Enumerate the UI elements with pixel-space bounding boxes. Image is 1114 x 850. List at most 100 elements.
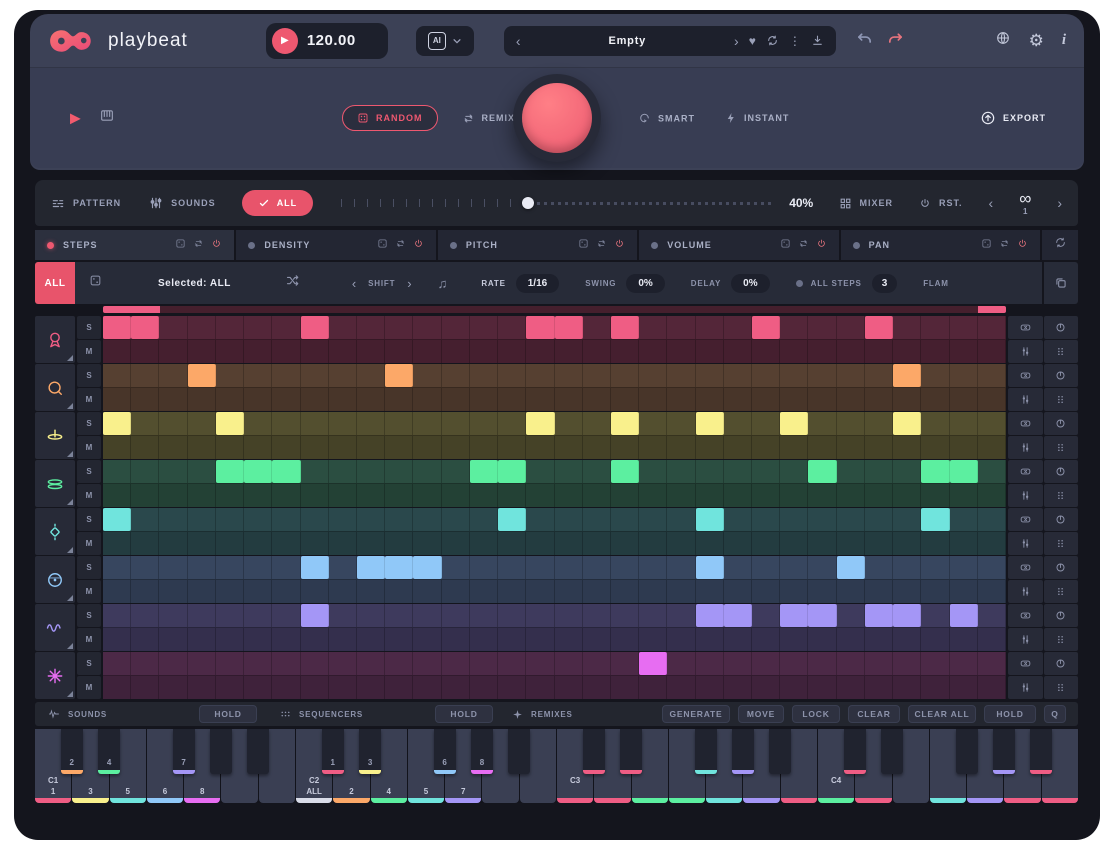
- solo-button[interactable]: S: [77, 604, 101, 627]
- step-cell-15[interactable]: [498, 460, 526, 483]
- step-cell-18[interactable]: [583, 508, 611, 531]
- generate-button[interactable]: GENERATE: [662, 705, 730, 723]
- black-key-C#1[interactable]: 2: [61, 729, 83, 774]
- step-cell-1[interactable]: [103, 556, 131, 579]
- step-cell-31[interactable]: [950, 580, 978, 603]
- lock-button[interactable]: LOCK: [792, 705, 840, 723]
- step-cell-14[interactable]: [470, 652, 498, 675]
- step-cell-15[interactable]: [498, 364, 526, 387]
- step-cell-10[interactable]: [357, 652, 385, 675]
- tab-power-icon[interactable]: [1017, 236, 1028, 254]
- shuffle-icon[interactable]: [285, 273, 300, 293]
- step-cell-8[interactable]: [301, 556, 329, 579]
- step-cell-23[interactable]: [724, 460, 752, 483]
- step-cell-29[interactable]: [893, 652, 921, 675]
- step-cell-27[interactable]: [837, 316, 865, 339]
- track-7-wave-icon[interactable]: [35, 604, 75, 651]
- step-cell-15[interactable]: [498, 580, 526, 603]
- step-cell-31[interactable]: [950, 388, 978, 411]
- step-cell-26[interactable]: [808, 676, 836, 699]
- step-cell-9[interactable]: [329, 412, 357, 435]
- clear-track-icon[interactable]: [1008, 508, 1043, 531]
- pattern-dots-icon[interactable]: [1044, 388, 1079, 411]
- step-cell-2[interactable]: [131, 604, 159, 627]
- step-cell-25[interactable]: [780, 460, 808, 483]
- step-cell-20[interactable]: [639, 628, 667, 651]
- step-cell-10[interactable]: [357, 508, 385, 531]
- step-cell-8[interactable]: [301, 388, 329, 411]
- step-cell-7[interactable]: [272, 556, 300, 579]
- step-cell-16[interactable]: [526, 580, 554, 603]
- pattern-dots-icon[interactable]: [1044, 628, 1079, 651]
- black-key-F#3[interactable]: [695, 729, 717, 774]
- step-cell-28[interactable]: [865, 508, 893, 531]
- step-cell-4[interactable]: [188, 412, 216, 435]
- tab-loop-icon[interactable]: [999, 236, 1010, 254]
- step-cell-5[interactable]: [216, 460, 244, 483]
- step-cell-8[interactable]: [301, 508, 329, 531]
- black-key-F#4[interactable]: [956, 729, 978, 774]
- step-cell-30[interactable]: [921, 436, 949, 459]
- step-cell-14[interactable]: [470, 556, 498, 579]
- step-cell-1[interactable]: [103, 364, 131, 387]
- track-4-hihat-open-icon[interactable]: [35, 460, 75, 507]
- step-cell-8[interactable]: [301, 436, 329, 459]
- step-cell-30[interactable]: [921, 484, 949, 507]
- step-cell-2[interactable]: [131, 340, 159, 363]
- remixes-hold-button[interactable]: HOLD: [984, 705, 1036, 723]
- step-cell-22[interactable]: [696, 316, 724, 339]
- step-cell-16[interactable]: [526, 460, 554, 483]
- step-cell-32[interactable]: [978, 436, 1006, 459]
- step-cell-15[interactable]: [498, 316, 526, 339]
- mute-button[interactable]: M: [77, 628, 101, 651]
- step-cell-29[interactable]: [893, 604, 921, 627]
- tab-dice-icon[interactable]: [377, 236, 388, 254]
- step-cell-23[interactable]: [724, 316, 752, 339]
- step-cell-17[interactable]: [555, 532, 583, 555]
- step-cell-23[interactable]: [724, 388, 752, 411]
- step-cell-1[interactable]: [103, 676, 131, 699]
- step-cell-3[interactable]: [159, 556, 187, 579]
- step-cell-2[interactable]: [131, 412, 159, 435]
- step-cell-8[interactable]: [301, 676, 329, 699]
- clear-button[interactable]: CLEAR: [848, 705, 900, 723]
- tab-density[interactable]: DENSITY: [236, 230, 435, 260]
- step-cell-3[interactable]: [159, 580, 187, 603]
- step-cell-23[interactable]: [724, 628, 752, 651]
- step-cell-7[interactable]: [272, 652, 300, 675]
- step-cell-19[interactable]: [611, 628, 639, 651]
- all-steps-value[interactable]: 3: [872, 274, 898, 293]
- step-cell-3[interactable]: [159, 460, 187, 483]
- step-cell-21[interactable]: [667, 604, 695, 627]
- pattern-dots-icon[interactable]: [1044, 484, 1079, 507]
- step-cell-15[interactable]: [498, 412, 526, 435]
- tab-power-icon[interactable]: [614, 236, 625, 254]
- step-cell-25[interactable]: [780, 412, 808, 435]
- step-cell-9[interactable]: [329, 556, 357, 579]
- sync-icon[interactable]: [766, 34, 779, 47]
- step-cell-3[interactable]: [159, 388, 187, 411]
- step-cell-15[interactable]: [498, 556, 526, 579]
- move-button[interactable]: MOVE: [738, 705, 784, 723]
- step-cell-30[interactable]: [921, 388, 949, 411]
- black-key-C#2[interactable]: 1: [322, 729, 344, 774]
- step-cell-2[interactable]: [131, 652, 159, 675]
- step-cell-20[interactable]: [639, 580, 667, 603]
- step-cell-18[interactable]: [583, 316, 611, 339]
- step-cell-3[interactable]: [159, 604, 187, 627]
- step-cell-24[interactable]: [752, 484, 780, 507]
- mute-button[interactable]: M: [77, 436, 101, 459]
- step-cell-19[interactable]: [611, 436, 639, 459]
- step-cell-8[interactable]: [301, 364, 329, 387]
- step-cell-5[interactable]: [216, 484, 244, 507]
- ai-dropdown[interactable]: AI: [416, 26, 474, 56]
- step-cell-26[interactable]: [808, 412, 836, 435]
- track-8-burst-icon[interactable]: [35, 652, 75, 699]
- step-cell-17[interactable]: [555, 316, 583, 339]
- step-cell-14[interactable]: [470, 340, 498, 363]
- step-cell-29[interactable]: [893, 364, 921, 387]
- step-cell-19[interactable]: [611, 364, 639, 387]
- pan-knob-icon[interactable]: [1044, 412, 1079, 435]
- solo-button[interactable]: S: [77, 652, 101, 675]
- step-cell-26[interactable]: [808, 580, 836, 603]
